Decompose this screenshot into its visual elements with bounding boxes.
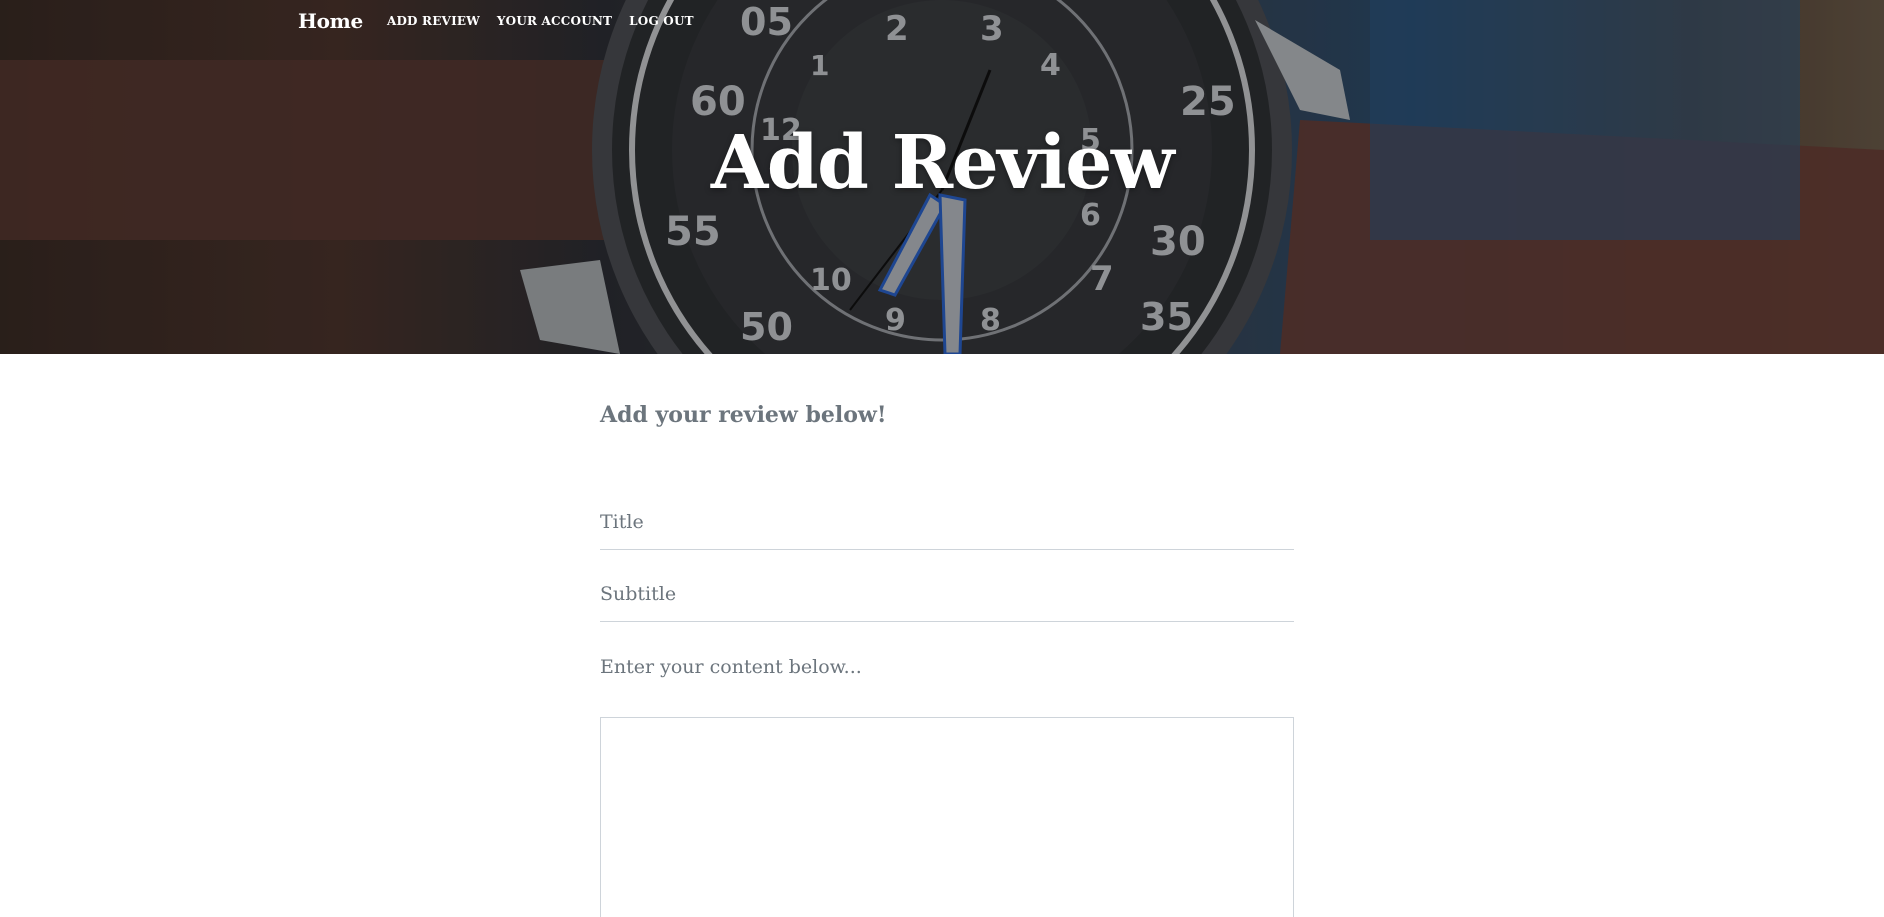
nav-log-out-link[interactable]: LOG OUT: [629, 14, 694, 28]
nav-add-review-link[interactable]: ADD REVIEW: [387, 14, 480, 28]
nav-your-account-link[interactable]: YOUR ACCOUNT: [497, 14, 612, 28]
page-header: 05 2 3 60 25 55 30 7 8 9 10 4 5 6 12 1 3…: [0, 0, 1884, 354]
content-editor[interactable]: [600, 717, 1294, 917]
nav-home-link[interactable]: Home: [298, 9, 363, 33]
form-heading: Add your review below!: [600, 402, 887, 428]
title-input[interactable]: [600, 494, 1294, 550]
main-navigation: Home ADD REVIEW YOUR ACCOUNT LOG OUT: [298, 8, 711, 34]
subtitle-input[interactable]: [600, 566, 1294, 622]
page-title: Add Review: [710, 120, 1175, 206]
content-label: Enter your content below...: [600, 656, 862, 678]
